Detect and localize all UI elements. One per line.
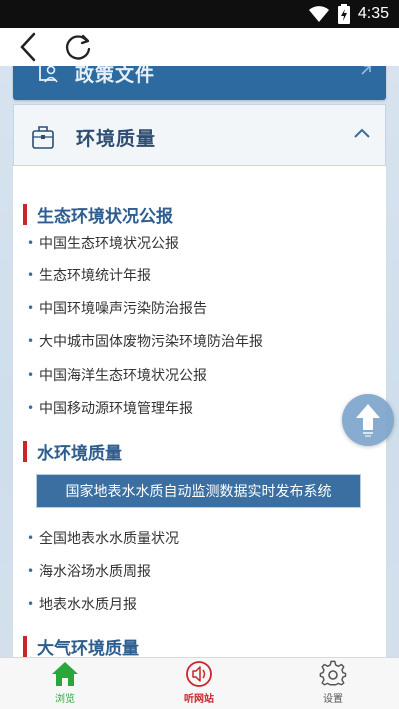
tab-browse[interactable]: 浏览: [25, 660, 105, 708]
list-item-label: 中国移动源环境管理年报: [39, 401, 193, 417]
category-environment-label: 环境质量: [76, 128, 157, 150]
list-item[interactable]: • 地表水水质月报: [27, 593, 137, 615]
status-bar: 4:35: [0, 0, 399, 28]
section-title-text: 生态环境状况公报: [37, 206, 173, 227]
briefcase-icon: [32, 126, 54, 149]
banner-label: 国家地表水水质自动监测数据实时发布系统: [65, 484, 332, 500]
tab-settings[interactable]: 设置: [293, 660, 373, 708]
section-title-ecology: 生态环境状况公报: [23, 203, 173, 227]
status-icons: 4:35: [308, 4, 389, 24]
tab-listen[interactable]: 听网站: [159, 660, 239, 708]
speaker-icon: [186, 661, 212, 687]
list-item-label: 地表水水质月报: [39, 597, 137, 613]
status-time: 4:35: [357, 5, 389, 22]
bullet-icon: •: [27, 401, 35, 415]
list-item[interactable]: • 中国环境噪声污染防治报告: [27, 297, 207, 319]
arrow-up-icon: [356, 404, 380, 437]
document-person-icon: [39, 66, 58, 83]
category-policy-label: 政策文件: [75, 66, 156, 86]
environment-panel: 生态环境状况公报 • 中国生态环境状况公报 • 生态环境统计年报 • 中国环境噪…: [13, 166, 386, 657]
list-item[interactable]: • 海水浴场水质周报: [27, 560, 151, 582]
list-item[interactable]: • 中国生态环境状况公报: [27, 232, 179, 254]
bullet-icon: •: [27, 564, 35, 578]
list-item-label: 中国海洋生态环境状况公报: [39, 368, 207, 384]
back-button[interactable]: [10, 30, 46, 64]
content-area: 政策文件 环境质量 生态环境状况公报 • 中国生态环境状况公报 • 生态环境统计…: [0, 66, 399, 657]
section-marker: [23, 440, 27, 462]
category-environment[interactable]: 环境质量: [13, 104, 386, 166]
tab-listen-label: 听网站: [184, 694, 214, 705]
list-item[interactable]: • 全国地表水水质量状况: [27, 527, 179, 549]
list-item[interactable]: • 中国海洋生态环境状况公报: [27, 364, 207, 386]
water-monitoring-banner[interactable]: 国家地表水水质自动监测数据实时发布系统: [36, 474, 361, 508]
tab-settings-label: 设置: [323, 694, 343, 705]
bullet-icon: •: [27, 268, 35, 282]
section-title-air: 大气环境质量: [23, 635, 139, 657]
section-title-text: 大气环境质量: [37, 638, 139, 658]
category-policy[interactable]: 政策文件: [13, 66, 386, 100]
scroll-to-top-button[interactable]: [342, 394, 394, 446]
bullet-icon: •: [27, 531, 35, 545]
list-item-label: 中国生态环境状况公报: [39, 236, 179, 252]
refresh-button[interactable]: [60, 30, 96, 64]
bullet-icon: •: [27, 236, 35, 250]
battery-charging-icon: [337, 4, 350, 24]
back-arrow-icon: [20, 32, 36, 62]
arrow-up-right-icon: [361, 66, 371, 75]
home-icon: [52, 662, 78, 686]
gear-icon: [319, 660, 347, 686]
tab-browse-label: 浏览: [55, 694, 75, 705]
list-item[interactable]: • 中国移动源环境管理年报: [27, 397, 193, 419]
list-item-label: 大中城市固体废物污染环境防治年报: [39, 334, 263, 350]
bullet-icon: •: [27, 301, 35, 315]
section-marker: [23, 203, 27, 225]
chevron-up-icon[interactable]: [353, 127, 371, 139]
section-title-text: 水环境质量: [37, 443, 122, 464]
bottom-tab-bar: 浏览 听网站 设置: [0, 657, 399, 709]
refresh-icon: [65, 34, 91, 60]
nav-bar: [0, 28, 399, 66]
section-marker: [23, 635, 27, 657]
list-item[interactable]: • 大中城市固体废物污染环境防治年报: [27, 330, 263, 352]
wifi-icon: [308, 6, 329, 22]
list-item-label: 生态环境统计年报: [39, 268, 151, 284]
bullet-icon: •: [27, 368, 35, 382]
bullet-icon: •: [27, 597, 35, 611]
list-item-label: 中国环境噪声污染防治报告: [39, 301, 207, 317]
list-item[interactable]: • 生态环境统计年报: [27, 264, 151, 286]
list-item-label: 全国地表水水质量状况: [39, 531, 179, 547]
section-title-water: 水环境质量: [23, 440, 122, 464]
list-item-label: 海水浴场水质周报: [39, 564, 151, 580]
bullet-icon: •: [27, 334, 35, 348]
